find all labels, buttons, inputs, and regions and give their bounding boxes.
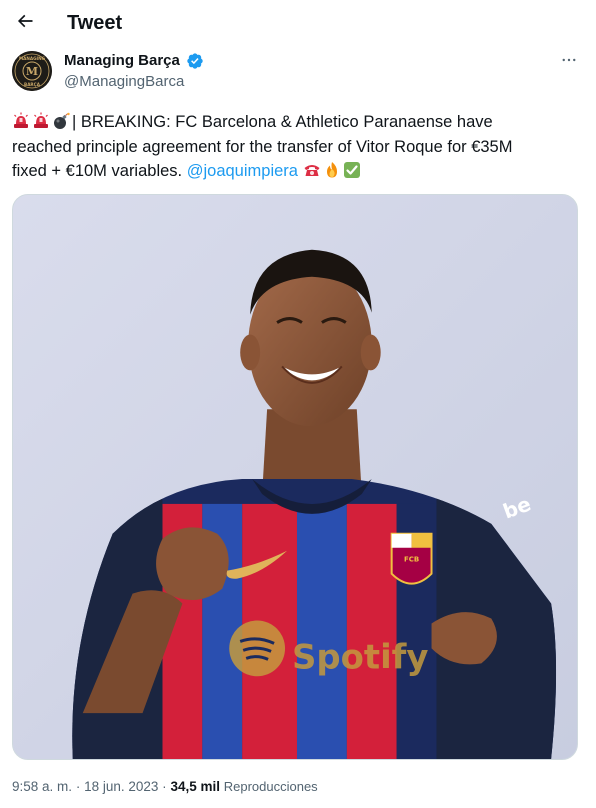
- tweet-line-1: | BREAKING: FC Barcelona & Athletico Par…: [12, 110, 584, 135]
- tweet-meta: 9:58 a. m. · 18 jun. 2023 · 34,5 mil Rep…: [12, 778, 318, 796]
- more-options-button[interactable]: [552, 52, 586, 72]
- tweet-line-3-text: fixed + €10M variables.: [12, 162, 183, 180]
- verified-badge-icon: [186, 52, 204, 70]
- tweet-media-image[interactable]: FCB Spotify be: [12, 194, 578, 760]
- avatar[interactable]: M MANAGING BARÇA: [12, 51, 52, 91]
- tweet-line-1-text: | BREAKING: FC Barcelona & Athletico Par…: [72, 113, 493, 131]
- author-handle[interactable]: @ManagingBarca: [64, 73, 184, 91]
- bomb-icon: [52, 112, 70, 130]
- tweet-time[interactable]: 9:58 a. m.: [12, 779, 72, 794]
- tweet-line-2: reached principle agreement for the tran…: [12, 137, 513, 156]
- fire-icon: [323, 161, 341, 179]
- author-name[interactable]: Managing Barça: [64, 52, 180, 70]
- views-label: Reproducciones: [223, 779, 318, 794]
- meta-separator: ·: [75, 779, 81, 794]
- check-mark-icon: [343, 161, 361, 179]
- mention-link[interactable]: @joaquimpiera: [187, 162, 298, 180]
- siren-icon: [32, 112, 50, 130]
- tweet-text: | BREAKING: FC Barcelona & Athletico Par…: [12, 110, 584, 184]
- avatar-text-top: MANAGING: [19, 56, 46, 61]
- avatar-letter: M: [26, 65, 38, 78]
- shirt-sponsor-text: Spotify: [292, 637, 428, 676]
- page-title: Tweet: [67, 12, 123, 34]
- tweet-line-3: fixed + €10M variables. @joaquimpiera: [12, 159, 584, 184]
- telephone-icon: [303, 161, 321, 179]
- more-dots-icon: [560, 51, 578, 74]
- avatar-text-bottom: BARÇA: [24, 82, 41, 87]
- back-button[interactable]: [8, 6, 42, 40]
- siren-icon: [12, 112, 30, 130]
- top-bar: Tweet: [0, 0, 596, 48]
- meta-separator: ·: [162, 779, 167, 794]
- arrow-left-icon: [15, 11, 35, 36]
- tweet-date[interactable]: 18 jun. 2023: [84, 779, 158, 794]
- views-count[interactable]: 34,5 mil: [170, 779, 220, 794]
- crest-letters: FCB: [404, 556, 419, 564]
